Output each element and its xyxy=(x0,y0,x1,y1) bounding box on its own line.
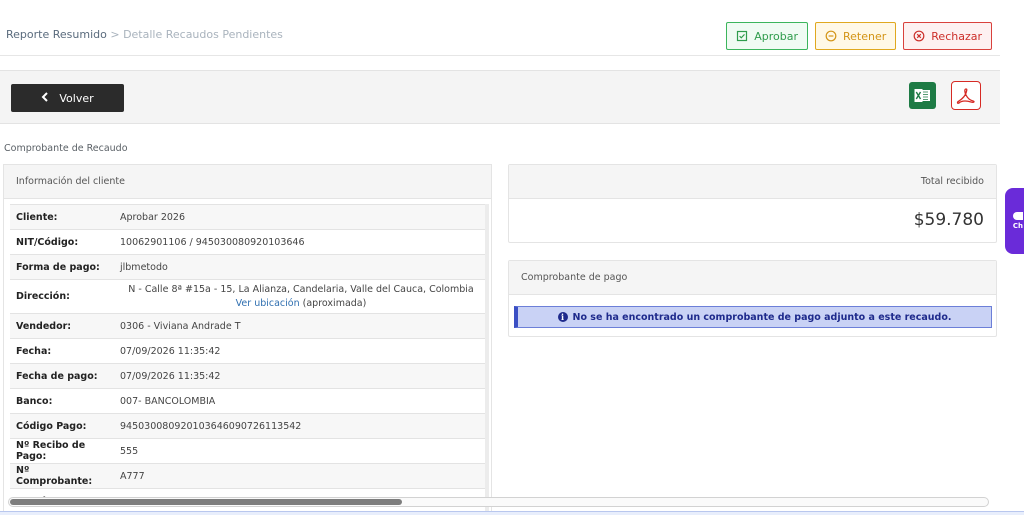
table-row: NIT/Código: 10062901106 / 94503008092010… xyxy=(10,229,488,255)
table-row: Nº Comprobante: A777 xyxy=(10,463,488,489)
approve-button[interactable]: Aprobar xyxy=(726,22,809,50)
table-row: Cliente: Aprobar 2026 xyxy=(10,204,488,230)
horizontal-scrollbar[interactable] xyxy=(8,497,989,507)
table-row: Dirección: N - Calle 8ª #15a - 15, La Al… xyxy=(10,279,488,314)
excel-export-icon[interactable] xyxy=(909,82,936,109)
row-value: 007- BANCOLOMBIA xyxy=(114,388,488,414)
table-row: Código Pago: 945030080920103646090726113… xyxy=(10,413,488,439)
row-value: 10062901106 / 945030080920103646 xyxy=(114,229,488,255)
top-bar: Reporte Resumido > Detalle Recaudos Pend… xyxy=(0,0,1000,56)
chat-bubble-icon xyxy=(1013,212,1023,220)
alert-text: No se ha encontrado un comprobante de pa… xyxy=(572,311,952,323)
address-value: N - Calle 8ª #15a - 15, La Alianza, Cand… xyxy=(114,279,488,314)
retain-label: Retener xyxy=(843,29,887,43)
row-value: 0306 - Viviana Andrade T xyxy=(114,313,488,339)
total-amount: $59.780 xyxy=(913,210,984,230)
row-label: Nº Comprobante: xyxy=(10,463,114,489)
chat-label: Ch xyxy=(1012,222,1023,230)
row-label: Fecha de pago: xyxy=(10,363,114,389)
toolbar-band: Volver xyxy=(0,70,1000,124)
breadcrumb: Reporte Resumido > Detalle Recaudos Pend… xyxy=(6,28,283,41)
client-info-panel: Información del cliente Cliente: Aprobar… xyxy=(3,164,492,515)
row-value: A777 xyxy=(114,463,488,489)
chat-widget-button[interactable]: Ch xyxy=(1005,188,1024,254)
section-title: Comprobante de Recaudo xyxy=(4,143,128,154)
pdf-export-icon[interactable] xyxy=(951,81,981,110)
approve-label: Aprobar xyxy=(754,29,799,43)
location-note: (aproximada) xyxy=(302,297,367,309)
row-label: Nº Recibo de Pago: xyxy=(10,438,114,464)
row-label: Vendedor: xyxy=(10,313,114,339)
scrollbar-thumb[interactable] xyxy=(10,499,402,505)
row-value: Aprobar 2026 xyxy=(114,204,488,230)
row-label: Cliente: xyxy=(10,204,114,230)
row-value: 07/09/2026 11:35:42 xyxy=(114,338,488,364)
reject-button[interactable]: Rechazar xyxy=(903,22,992,50)
minus-circle-icon xyxy=(825,30,837,42)
view-location-link[interactable]: Ver ubicación xyxy=(236,298,300,309)
row-value: jlbmetodo xyxy=(114,254,488,280)
table-row: Fecha de pago: 07/09/2026 11:35:42 xyxy=(10,363,488,389)
row-value: 07/09/2026 11:35:42 xyxy=(114,363,488,389)
retain-button[interactable]: Retener xyxy=(815,22,897,50)
back-label: Volver xyxy=(59,91,94,105)
breadcrumb-root-link[interactable]: Reporte Resumido xyxy=(6,28,107,41)
action-buttons: Aprobar Retener Rechazar xyxy=(726,22,992,50)
row-label: Dirección: xyxy=(10,279,114,314)
table-row: Forma de pago: jlbmetodo xyxy=(10,254,488,280)
no-proof-alert: i No se ha encontrado un comprobante de … xyxy=(514,306,992,328)
back-button[interactable]: Volver xyxy=(11,84,124,112)
table-row: Banco: 007- BANCOLOMBIA xyxy=(10,388,488,414)
row-label: Forma de pago: xyxy=(10,254,114,280)
total-received-panel: Total recibido $59.780 xyxy=(508,164,997,243)
info-icon: i xyxy=(557,312,568,322)
row-label: Fecha: xyxy=(10,338,114,364)
bottom-edge xyxy=(0,511,1024,515)
client-info-table: Cliente: Aprobar 2026 NIT/Código: 100629… xyxy=(10,204,488,514)
row-value: 9450300809201036460907261135​42 xyxy=(114,413,488,439)
reject-label: Rechazar xyxy=(931,29,982,43)
row-label: NIT/Código: xyxy=(10,229,114,255)
row-label: Banco: xyxy=(10,388,114,414)
proof-panel-title: Comprobante de pago xyxy=(509,261,996,295)
table-row: Fecha: 07/09/2026 11:35:42 xyxy=(10,338,488,364)
table-row: Nº Recibo de Pago: 555 xyxy=(10,438,488,464)
row-value: 555 xyxy=(114,438,488,464)
x-circle-icon xyxy=(913,30,925,42)
total-panel-title: Total recibido xyxy=(509,165,996,199)
vertical-scrollbar[interactable] xyxy=(485,204,489,514)
client-panel-title: Información del cliente xyxy=(4,165,491,199)
breadcrumb-separator: > xyxy=(110,28,120,41)
row-label: Código Pago: xyxy=(10,413,114,439)
check-square-icon xyxy=(736,30,748,42)
address-location: Ver ubicación (aproximada) xyxy=(120,297,482,311)
chevron-left-icon xyxy=(41,91,49,105)
table-row: Vendedor: 0306 - Viviana Andrade T xyxy=(10,313,488,339)
address-text: N - Calle 8ª #15a - 15, La Alianza, Cand… xyxy=(128,283,474,295)
page: Reporte Resumido > Detalle Recaudos Pend… xyxy=(0,0,1024,515)
breadcrumb-current: Detalle Recaudos Pendientes xyxy=(123,28,283,41)
payment-proof-panel: Comprobante de pago i No se ha encontrad… xyxy=(508,260,997,337)
